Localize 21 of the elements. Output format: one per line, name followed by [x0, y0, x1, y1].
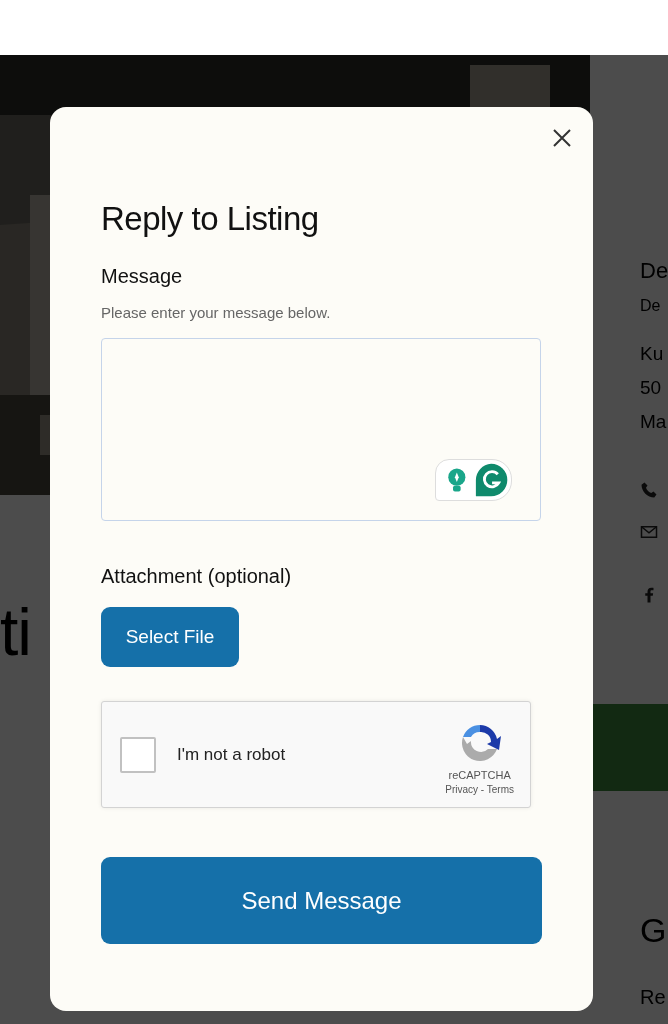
field-hint: Please enter your message below.	[101, 304, 332, 321]
send-message-button[interactable]: Send Message	[101, 857, 542, 944]
contact-subtitle: De	[640, 297, 662, 315]
select-file-button[interactable]: Select File	[101, 607, 239, 667]
address-line: Ku	[640, 342, 665, 366]
captcha-checkbox[interactable]	[120, 736, 156, 773]
dialog-title: Reply to Listing	[101, 200, 320, 238]
captcha-label: I'm not a robot	[177, 744, 287, 765]
message-field[interactable]	[101, 338, 541, 521]
address-line: 50	[640, 376, 663, 400]
captcha-links[interactable]: Privacy - Terms	[445, 783, 514, 795]
field-label: Message	[101, 264, 184, 289]
writing-assistant-icon[interactable]	[435, 459, 512, 501]
contact-heading: De	[640, 257, 668, 285]
section-heading: ti	[0, 594, 31, 671]
section-text: Re	[640, 986, 667, 1009]
address-line: Ma	[640, 410, 668, 434]
captcha-brand: reCAPTCHA	[448, 768, 511, 781]
close-icon[interactable]	[552, 128, 572, 148]
section-heading: G	[640, 911, 668, 950]
field-label: Attachment (optional)	[101, 564, 293, 589]
